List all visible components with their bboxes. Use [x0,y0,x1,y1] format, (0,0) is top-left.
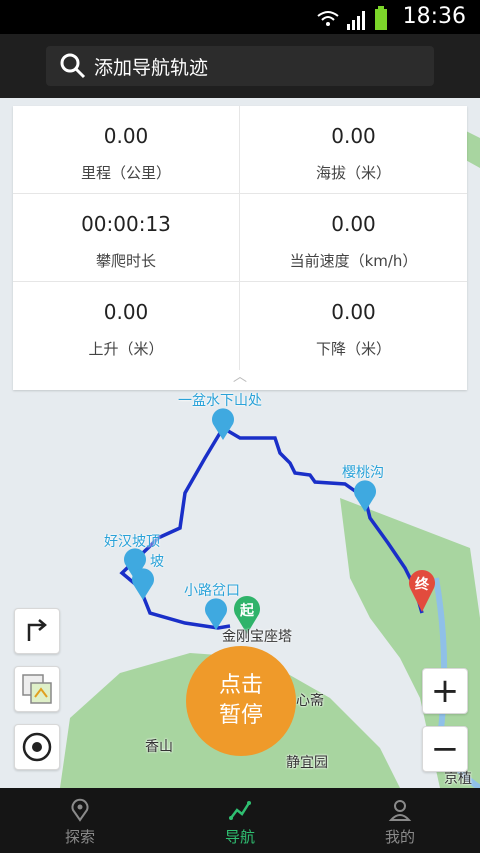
stats-grid: 0.00 里程（公里） 0.00 海拔（米） 00:00:13 攀爬时长 0.0… [13,106,467,372]
stat-speed: 0.00 当前速度（km/h） [240,194,467,282]
start-marker-label: 起 [240,603,254,619]
stat-label: 海拔（米） [315,164,391,182]
stat-label: 下降（米） [315,340,391,358]
stats-panel: 0.00 里程（公里） 0.00 海拔（米） 00:00:13 攀爬时长 0.0… [13,106,467,390]
pause-button-line2: 暂停 [218,703,263,728]
search-icon [60,53,86,79]
tab-navigation[interactable]: 导航 [160,788,320,853]
waypoint-marker-icon[interactable] [130,568,156,602]
stat-value: 00:00:13 [81,212,171,236]
locate-icon [22,732,52,762]
layers-icon [22,674,52,704]
battery-icon [375,6,387,30]
place-label: 静宜园 [286,755,328,771]
stat-ascent: 0.00 上升（米） [13,282,240,370]
stat-distance: 0.00 里程（公里） [13,106,240,194]
place-label: 心斋 [296,693,324,709]
layers-button[interactable] [14,666,60,712]
route-zigzag-icon [229,801,251,820]
waypoint-marker-icon[interactable] [352,480,378,514]
tab-profile[interactable]: 我的 [320,788,480,853]
waypoint-label: 坡 [150,554,164,570]
zoom-in-button[interactable]: + [422,668,468,714]
waypoint-label: 小路岔口 [184,583,240,599]
stat-label: 当前速度（km/h） [289,252,418,270]
waypoint-label: 好汉坡顶 [104,534,160,550]
stat-altitude: 0.00 海拔（米） [240,106,467,194]
end-marker[interactable]: 终 [407,568,437,614]
status-time: 18:36 [402,4,466,29]
stat-value: 0.00 [331,212,376,236]
zoom-out-button[interactable]: − [422,726,468,772]
top-bar: 添加导航轨迹 [0,34,480,98]
pause-button-line1: 点击 [218,673,263,698]
pause-button[interactable]: 点击 暂停 [186,646,296,756]
location-pin-icon [71,798,89,822]
stat-label: 攀爬时长 [95,252,156,270]
search-bar[interactable]: 添加导航轨迹 [46,46,434,86]
route-direction-button[interactable] [14,608,60,654]
tab-explore[interactable]: 探索 [0,788,160,853]
collapse-chevron-icon[interactable]: ︿ [233,370,247,384]
tab-label: 导航 [224,828,255,846]
status-icons [316,6,388,30]
stat-value: 0.00 [331,124,376,148]
status-bar: 18:36 [0,0,480,34]
signal-icon [347,11,365,30]
stat-value: 0.00 [103,124,149,148]
stat-descent: 0.00 下降（米） [240,282,467,370]
search-placeholder: 添加导航轨迹 [94,56,209,79]
stat-label: 上升（米） [88,340,164,358]
bottom-nav: 探索 导航 我的 [0,788,480,853]
tab-label: 我的 [384,828,415,846]
stat-duration: 00:00:13 攀爬时长 [13,194,240,282]
locate-button[interactable] [14,724,60,770]
waypoint-label: 樱桃沟 [342,465,384,481]
stat-value: 0.00 [331,300,376,324]
person-icon [388,800,412,821]
turn-arrow-icon [27,619,47,641]
waypoint-marker-icon[interactable] [210,408,236,442]
place-label: 金刚宝座塔 [222,629,292,645]
end-marker-label: 终 [415,577,429,593]
waypoint-label: 一盆水下山处 [178,393,262,409]
wifi-icon [317,11,339,26]
tab-label: 探索 [64,828,95,846]
place-label: 香山 [145,739,173,755]
stat-value: 0.00 [103,300,149,324]
stat-label: 里程（公里） [80,164,171,182]
